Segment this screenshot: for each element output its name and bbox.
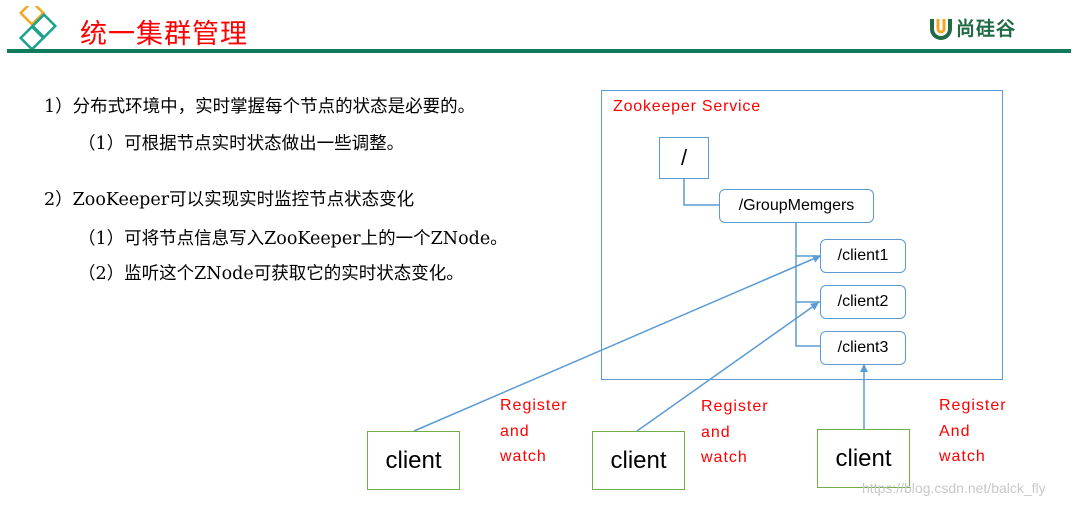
tree-edge-group-children — [795, 222, 820, 347]
child-znode: /client2 — [820, 285, 906, 319]
tree-edge-root-group — [683, 178, 719, 206]
annotation-line: watch — [701, 449, 748, 466]
annotation-line: and — [701, 423, 731, 441]
watermark: https://blog.csdn.net/balck_fly — [862, 480, 1046, 496]
register-watch-label: Register and watch — [701, 394, 769, 471]
group-znode: /GroupMemgers — [719, 189, 874, 223]
annotation-line: and — [500, 422, 530, 440]
root-znode: / — [659, 137, 709, 179]
annotation-line: watch — [500, 448, 547, 465]
client-box: client — [367, 431, 460, 490]
annotation-line: Register — [500, 397, 568, 414]
annotation-line: And — [939, 422, 971, 440]
child-znode: /client1 — [820, 239, 906, 273]
annotation-line: Register — [701, 398, 769, 415]
client-box: client — [592, 431, 685, 490]
annotation-line: Register — [939, 397, 1007, 414]
register-watch-label: Register And watch — [939, 393, 1007, 470]
register-watch-label: Register and watch — [500, 393, 568, 470]
annotation-line: watch — [939, 448, 986, 465]
child-znode: /client3 — [820, 331, 906, 365]
